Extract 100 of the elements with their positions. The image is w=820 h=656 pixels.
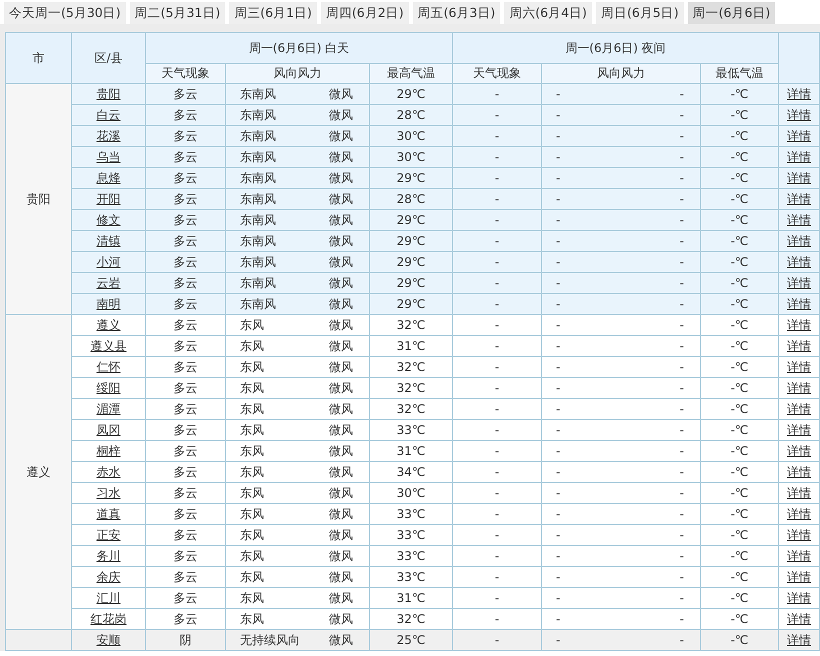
header-cell: 天气现象 [452,64,542,84]
table-cell: -℃ [700,188,778,210]
date-tab[interactable]: 周日(6月5日) [596,2,684,24]
date-tab[interactable]: 周五(6月3日) [412,2,500,24]
table-cell: 30℃ [370,482,452,504]
table-cell: -℃ [700,104,778,126]
table-cell: - [452,398,542,420]
wind-direction: 东南风 [239,274,276,292]
table-cell: - [452,188,542,210]
wind-direction: - [555,570,560,584]
table-cell: -℃ [700,146,778,168]
table-cell: 31℃ [370,336,452,356]
table-cell: - [452,252,542,272]
wind-force: - [680,507,685,521]
wind-force: 微风 [329,632,354,648]
table-cell: 29℃ [370,272,452,294]
table-cell: 29℃ [370,210,452,230]
table-cell: 多云 [146,188,226,210]
wind-direction: 东南风 [239,106,276,124]
wind-force: - [680,234,685,248]
table-cell: -℃ [700,482,778,504]
table-cell: -℃ [700,336,778,356]
wind-direction: - [555,549,560,563]
table-cell: - [452,588,542,608]
wind-force: - [680,87,685,101]
date-tab[interactable]: 周四(6月2日) [320,2,409,24]
date-tab[interactable]: 周六(6月4日) [504,2,592,24]
table-cell: 30℃ [370,146,452,168]
table-cell: -℃ [700,272,778,294]
date-tab[interactable]: 周三(6月1日) [229,2,317,24]
wind-direction: - [555,381,560,395]
table-cell: 33℃ [370,566,452,588]
table-cell: 多云 [146,146,226,168]
wind-force: - [680,129,685,143]
wind-force: 微风 [329,380,354,396]
wind-force: - [680,423,685,437]
table-cell: 29℃ [370,252,452,272]
table-cell: 多云 [146,294,226,314]
wind-direction: 东风 [239,400,264,418]
wind-force: 微风 [329,148,354,166]
table-cell: - [452,314,542,336]
table-cell: -℃ [700,524,778,546]
wind-direction: 东南风 [239,212,276,228]
wind-direction: 东风 [239,506,264,522]
city-cell: 贵阳 [6,84,72,314]
table-cell: 多云 [146,230,226,252]
date-tab[interactable]: 周二(5月31日) [130,2,226,24]
wind-direction: 东风 [239,464,264,480]
wind-force: - [680,255,685,269]
table-cell: - [452,210,542,230]
table-cell: - [452,168,542,188]
table-cell: 多云 [146,566,226,588]
table-cell: 31℃ [370,440,452,462]
table-cell: 34℃ [370,462,452,482]
header-cell: 天气现象 [146,64,226,84]
table-cell: -℃ [700,420,778,440]
wind-force: 微风 [329,548,354,564]
table-cell: - [452,336,542,356]
table-cell: - [452,378,542,398]
table-cell: 多云 [146,398,226,420]
wind-direction: - [555,591,560,605]
wind-force: - [680,570,685,584]
wind-force: 微风 [329,506,354,522]
wind-force: 微风 [329,422,354,438]
table-cell: 32℃ [370,356,452,378]
wind-direction: 东南风 [239,190,276,208]
table-cell: 28℃ [370,188,452,210]
table-cell: -℃ [700,398,778,420]
table-cell: -℃ [700,356,778,378]
header-cell: 区/县 [72,32,146,84]
wind-force: - [680,276,685,290]
date-tab[interactable]: 周一(6月6日) [688,2,776,24]
table-cell: 多云 [146,210,226,230]
wind-force: 微风 [329,442,354,460]
table-cell: 多云 [146,482,226,504]
wind-direction: - [555,633,560,647]
wind-direction: 东风 [239,442,264,460]
wind-force: - [680,612,685,626]
wind-force: - [680,528,685,542]
date-tab[interactable]: 今天周一(5月30日) [4,2,126,24]
table-cell: - [452,126,542,146]
wind-direction: - [555,444,560,458]
table-cell: 多云 [146,252,226,272]
table-cell: -℃ [700,126,778,146]
wind-force: 微风 [329,316,354,334]
wind-force: 微风 [329,212,354,228]
table-cell: -℃ [700,546,778,566]
table-cell: 多云 [146,272,226,294]
wind-direction: 东南风 [239,170,276,186]
table-cell: -℃ [700,294,778,314]
table-cell: 29℃ [370,84,452,104]
wind-force: 微风 [329,106,354,124]
wind-direction: 东南风 [239,148,276,166]
wind-direction: - [555,507,560,521]
table-cell: 32℃ [370,398,452,420]
wind-direction: 东风 [239,316,264,334]
table-cell: -℃ [700,84,778,104]
wind-direction: 东风 [239,568,264,586]
wind-force: 微风 [329,590,354,606]
wind-direction: - [555,171,560,185]
